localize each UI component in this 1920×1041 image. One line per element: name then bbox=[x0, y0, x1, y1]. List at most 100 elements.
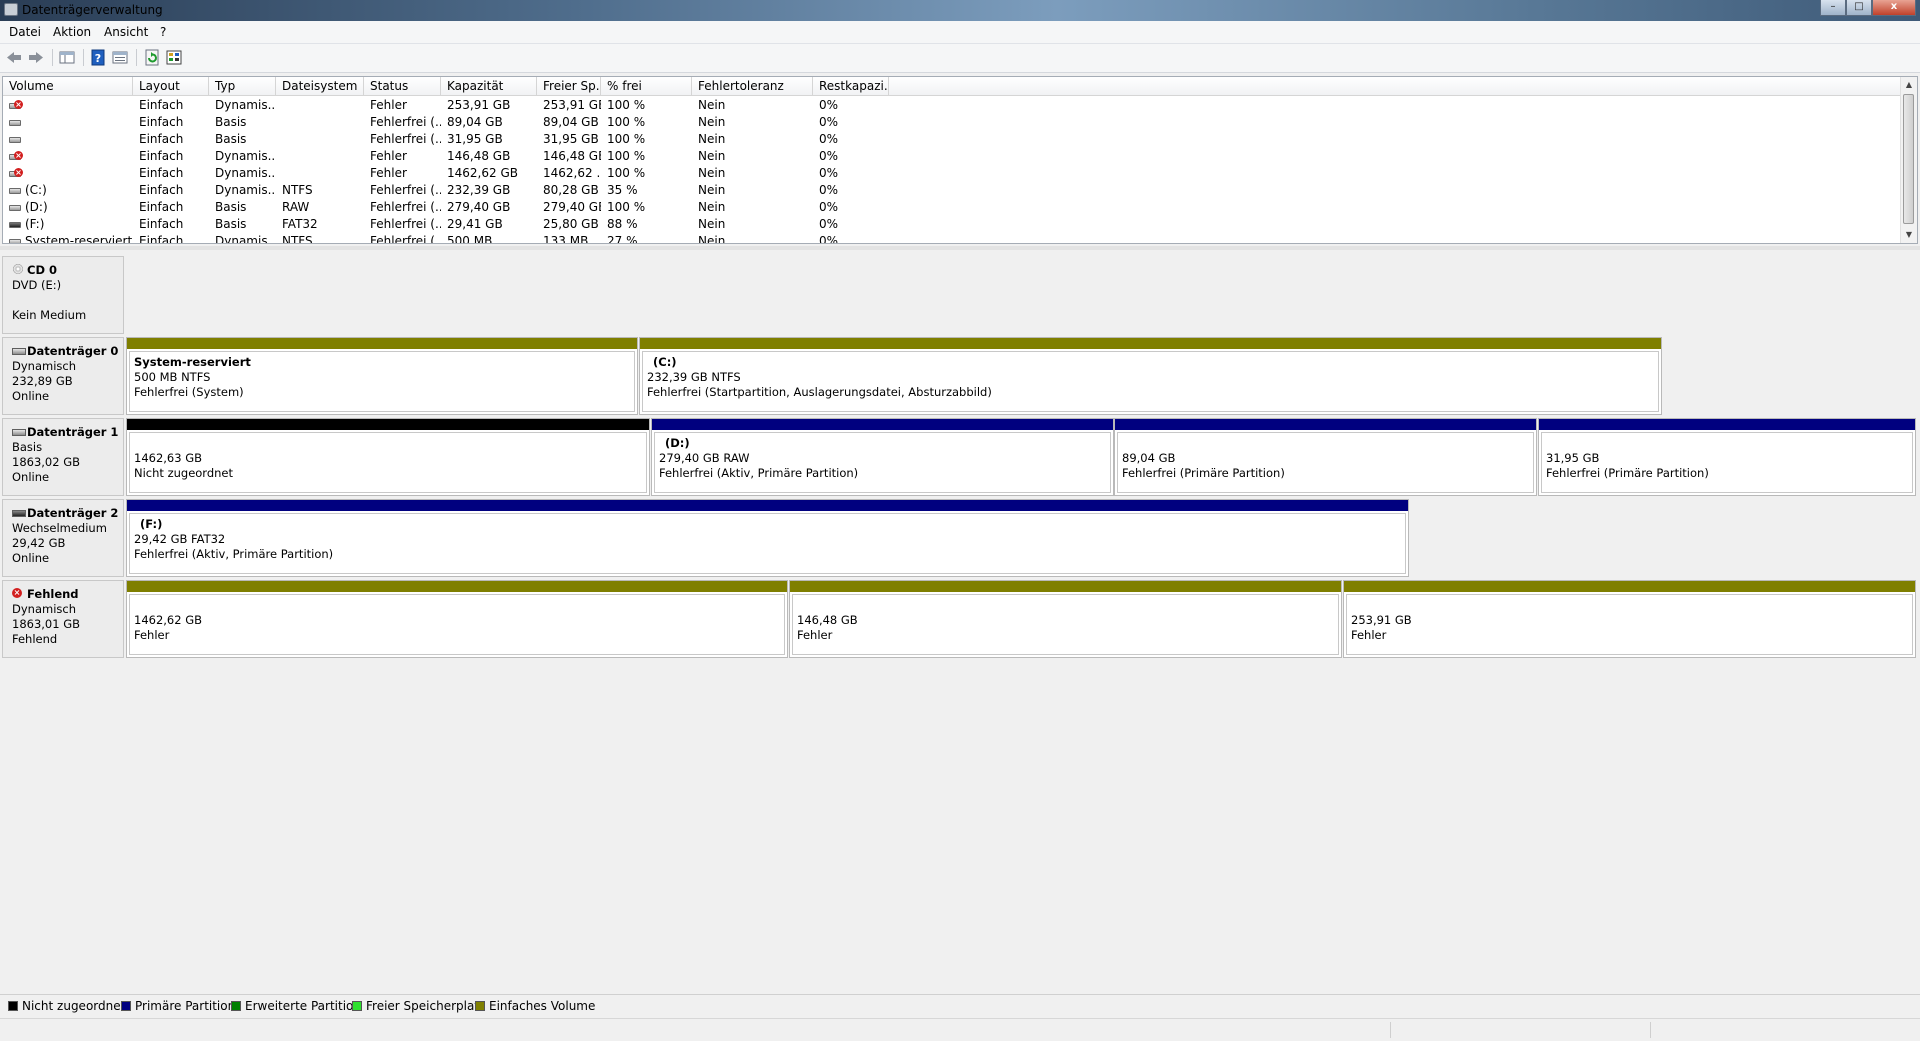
partition-name: System-reserviert bbox=[134, 355, 251, 369]
partition-size: 1462,62 GB bbox=[134, 613, 203, 627]
disk-name: Datenträger 1 bbox=[27, 425, 119, 439]
minimize-button[interactable]: – bbox=[1820, 0, 1846, 16]
partition-name bbox=[134, 436, 642, 451]
partition[interactable]: (D:) 279,40 GB RAW Fehlerfrei (Aktiv, Prim… bbox=[651, 418, 1114, 496]
cell-prozent-frei: 100 % bbox=[607, 115, 646, 129]
cell-restkapazitaet: 0% bbox=[819, 98, 839, 112]
menu-help[interactable]: ? bbox=[160, 25, 166, 39]
disk-label[interactable]: Datenträger 0 Dynamisch 232,89 GB Online bbox=[2, 337, 124, 415]
partition-status: Fehler bbox=[1351, 628, 1387, 642]
cell-kapazitaet: 31,95 GB bbox=[447, 132, 503, 146]
disk-label[interactable]: × Fehlend Dynamisch 1863,01 GB Fehlend bbox=[2, 580, 124, 658]
forward-icon[interactable] bbox=[27, 49, 45, 66]
partition-name: (D:) bbox=[665, 436, 690, 450]
column-header-typ[interactable]: Typ bbox=[209, 77, 276, 95]
partition[interactable]: (F:) 29,42 GB FAT32 Fehlerfrei (Aktiv, Pri… bbox=[126, 499, 1409, 577]
volume-row[interactable]: (D:) Einfach Basis RAW Fehlerfrei (... 279,40… bbox=[3, 199, 1903, 216]
scroll-up-arrow-icon[interactable]: ▲ bbox=[1901, 77, 1917, 93]
cell-volume: × bbox=[3, 97, 133, 114]
volume-row[interactable]: (F:) Einfach Basis FAT32 Fehlerfrei (... 29,4… bbox=[3, 216, 1903, 233]
cell-kapazitaet: 89,04 GB bbox=[447, 115, 503, 129]
column-header-restkapazitaet[interactable]: Restkapazi... bbox=[813, 77, 889, 95]
menu-aktion[interactable]: Aktion bbox=[53, 25, 91, 39]
column-header-kapazitaet[interactable]: Kapazität bbox=[441, 77, 537, 95]
scroll-down-arrow-icon[interactable]: ▼ bbox=[1901, 227, 1917, 243]
refresh-icon[interactable] bbox=[143, 49, 161, 66]
partition[interactable]: 1462,63 GB Nicht zugeordnet bbox=[126, 418, 650, 496]
cell-status: Fehlerfrei (... bbox=[370, 183, 441, 197]
partition-name bbox=[1122, 436, 1529, 451]
disk-name: Datenträger 2 bbox=[27, 506, 119, 520]
volume-row[interactable]: Einfach Basis Fehlerfrei (... 31,95 GB 31,95… bbox=[3, 131, 1903, 148]
partition[interactable]: 1462,62 GB Fehler bbox=[126, 580, 788, 658]
partition[interactable]: (C:) 232,39 GB NTFS Fehlerfrei (Startparti… bbox=[639, 337, 1662, 415]
volume-row[interactable]: Einfach Basis Fehlerfrei (... 89,04 GB 89,04… bbox=[3, 114, 1903, 131]
cell-restkapazitaet: 0% bbox=[819, 132, 839, 146]
partition[interactable]: 89,04 GB Fehlerfrei (Primäre Partition) bbox=[1114, 418, 1537, 496]
cell-layout: Einfach bbox=[139, 98, 184, 112]
volume-row[interactable]: × Einfach Dynamis... Fehler 146,48 GB 146,48 … bbox=[3, 148, 1903, 165]
column-header-prozent-frei[interactable]: % frei bbox=[601, 77, 692, 95]
disk-info-line2: 1863,02 GB bbox=[12, 455, 81, 469]
cell-fehlertoleranz: Nein bbox=[698, 217, 726, 231]
disk-info-line1: Dynamisch bbox=[12, 359, 76, 373]
cell-restkapazitaet: 0% bbox=[819, 183, 839, 197]
partition[interactable]: 253,91 GB Fehler bbox=[1343, 580, 1916, 658]
column-header-freier-speicher[interactable]: Freier Sp... bbox=[537, 77, 601, 95]
volume-row[interactable]: × Einfach Dynamis... Fehler 1462,62 GB 1462,6… bbox=[3, 165, 1903, 182]
help-icon[interactable]: ? bbox=[89, 49, 107, 66]
partition-size: 500 MB NTFS bbox=[134, 370, 211, 384]
column-header-status[interactable]: Status bbox=[364, 77, 441, 95]
disk-name: Datenträger 0 bbox=[27, 344, 119, 358]
cell-prozent-frei: 100 % bbox=[607, 200, 646, 214]
volume-drive-icon bbox=[9, 118, 22, 127]
disk-label[interactable]: CD 0 DVD (E:) Kein Medium bbox=[2, 256, 124, 334]
cell-dateisystem: NTFS bbox=[282, 183, 313, 197]
rescan-icon[interactable] bbox=[165, 49, 183, 66]
console-tree-icon[interactable] bbox=[58, 49, 76, 66]
column-header-dateisystem[interactable]: Dateisystem bbox=[276, 77, 364, 95]
legend-swatch bbox=[352, 1001, 362, 1011]
partition[interactable]: System-reserviert 500 MB NTFS Fehlerfrei (… bbox=[126, 337, 638, 415]
cell-kapazitaet: 146,48 GB bbox=[447, 149, 511, 163]
cell-dateisystem bbox=[276, 131, 364, 148]
cell-status: Fehler bbox=[370, 149, 407, 163]
cell-prozent-frei: 100 % bbox=[607, 149, 646, 163]
volume-row[interactable]: × Einfach Dynamis... Fehler 253,91 GB 253,91 … bbox=[3, 97, 1903, 114]
volume-list[interactable]: Volume Layout Typ Dateisystem Status Kap… bbox=[2, 76, 1918, 244]
cell-typ: Dynamis... bbox=[215, 234, 276, 244]
volume-row[interactable]: System-reserviert Einfach Dynamis... NTFS Fe… bbox=[3, 233, 1903, 244]
cell-volume: (C:) bbox=[3, 182, 133, 199]
partition-size: 253,91 GB bbox=[1351, 613, 1412, 627]
disk-info-line2: 232,89 GB bbox=[12, 374, 73, 388]
partition-status: Fehlerfrei (Primäre Partition) bbox=[1546, 466, 1709, 480]
maximize-button[interactable]: □ bbox=[1846, 0, 1872, 16]
disk-label[interactable]: Datenträger 2 Wechselmedium 29,42 GB Online bbox=[2, 499, 124, 577]
cell-kapazitaet: 1462,62 GB bbox=[447, 166, 518, 180]
properties-icon[interactable] bbox=[111, 49, 129, 66]
partition[interactable]: 146,48 GB Fehler bbox=[789, 580, 1342, 658]
back-icon[interactable] bbox=[5, 49, 23, 66]
disk-info-line2 bbox=[12, 293, 123, 308]
column-header-fehlertoleranz[interactable]: Fehlertoleranz bbox=[692, 77, 813, 95]
column-header-volume[interactable]: Volume bbox=[3, 77, 133, 95]
disk-info-line1: Wechselmedium bbox=[12, 521, 107, 535]
scroll-thumb[interactable] bbox=[1903, 94, 1914, 224]
partition-status: Fehlerfrei (Aktiv, Primäre Partition) bbox=[659, 466, 859, 480]
cell-volume: × bbox=[3, 165, 133, 182]
volume-list-scrollbar[interactable]: ▲ ▼ bbox=[1900, 77, 1917, 243]
partition-size: 146,48 GB bbox=[797, 613, 858, 627]
toolbar-separator bbox=[83, 49, 84, 66]
disk-partition-area: 1462,62 GB Fehler 146,48 GB Fehler 253,91 GB… bbox=[126, 580, 1916, 658]
volume-row[interactable]: (C:) Einfach Dynamis... NTFS Fehlerfrei (...… bbox=[3, 182, 1903, 199]
partition[interactable]: 31,95 GB Fehlerfrei (Primäre Partition) bbox=[1538, 418, 1916, 496]
volume-name: (C:) bbox=[25, 183, 47, 197]
menu-ansicht[interactable]: Ansicht bbox=[104, 25, 148, 39]
menu-datei[interactable]: Datei bbox=[9, 25, 41, 39]
cell-dateisystem bbox=[276, 97, 364, 114]
column-header-layout[interactable]: Layout bbox=[133, 77, 209, 95]
legend-item: Primäre Partition bbox=[121, 999, 235, 1013]
close-button[interactable]: x bbox=[1872, 0, 1916, 16]
disk-label[interactable]: Datenträger 1 Basis 1863,02 GB Online bbox=[2, 418, 124, 496]
cell-kapazitaet: 232,39 GB bbox=[447, 183, 511, 197]
